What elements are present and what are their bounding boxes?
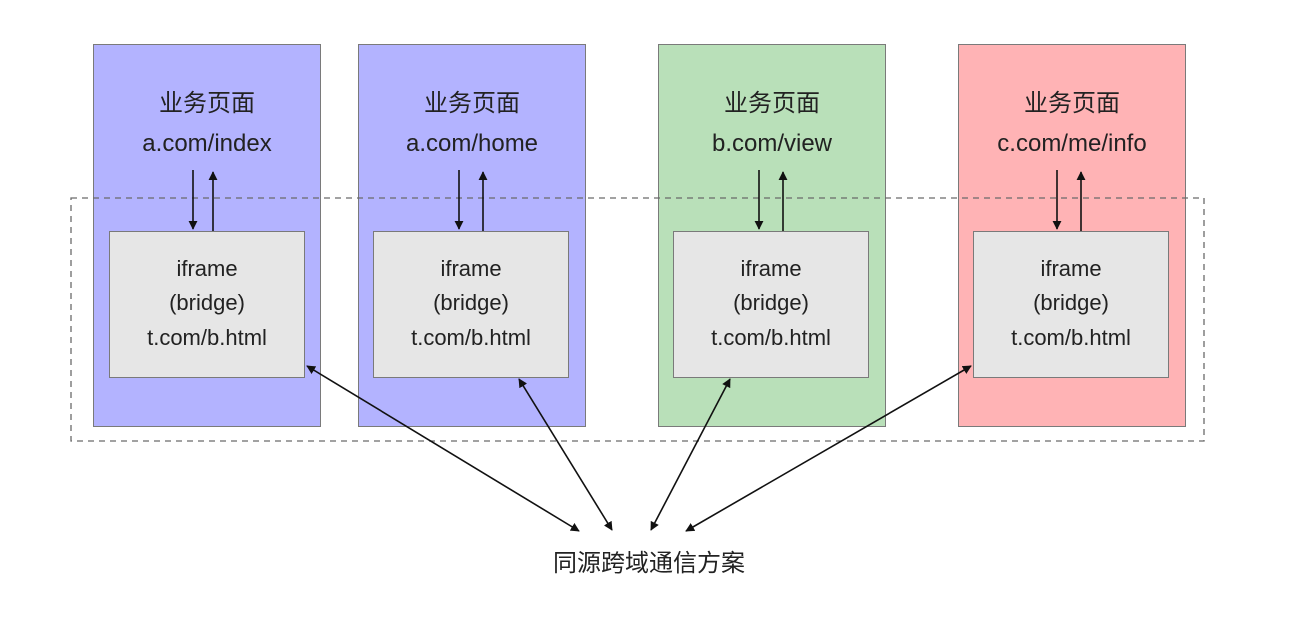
- bidirectional-arrow-2: [518, 378, 613, 531]
- vertical-arrows-2: [454, 170, 488, 231]
- vertical-arrows-1: [188, 170, 218, 231]
- bidirectional-arrow-4: [685, 365, 972, 532]
- connector-overlay: [70, 170, 1205, 532]
- bidirectional-arrow-3: [650, 378, 731, 531]
- vertical-arrows-3: [754, 170, 788, 231]
- diagram: 业务页面 a.com/index 业务页面 a.com/home 业务页面 b.…: [0, 0, 1298, 624]
- bidirectional-arrows: [306, 365, 972, 532]
- bidirectional-arrow-1: [306, 365, 580, 532]
- same-origin-dashed-region: [70, 197, 1205, 442]
- vertical-arrows-4: [1052, 170, 1086, 231]
- diagram-caption: 同源跨域通信方案: [553, 550, 745, 577]
